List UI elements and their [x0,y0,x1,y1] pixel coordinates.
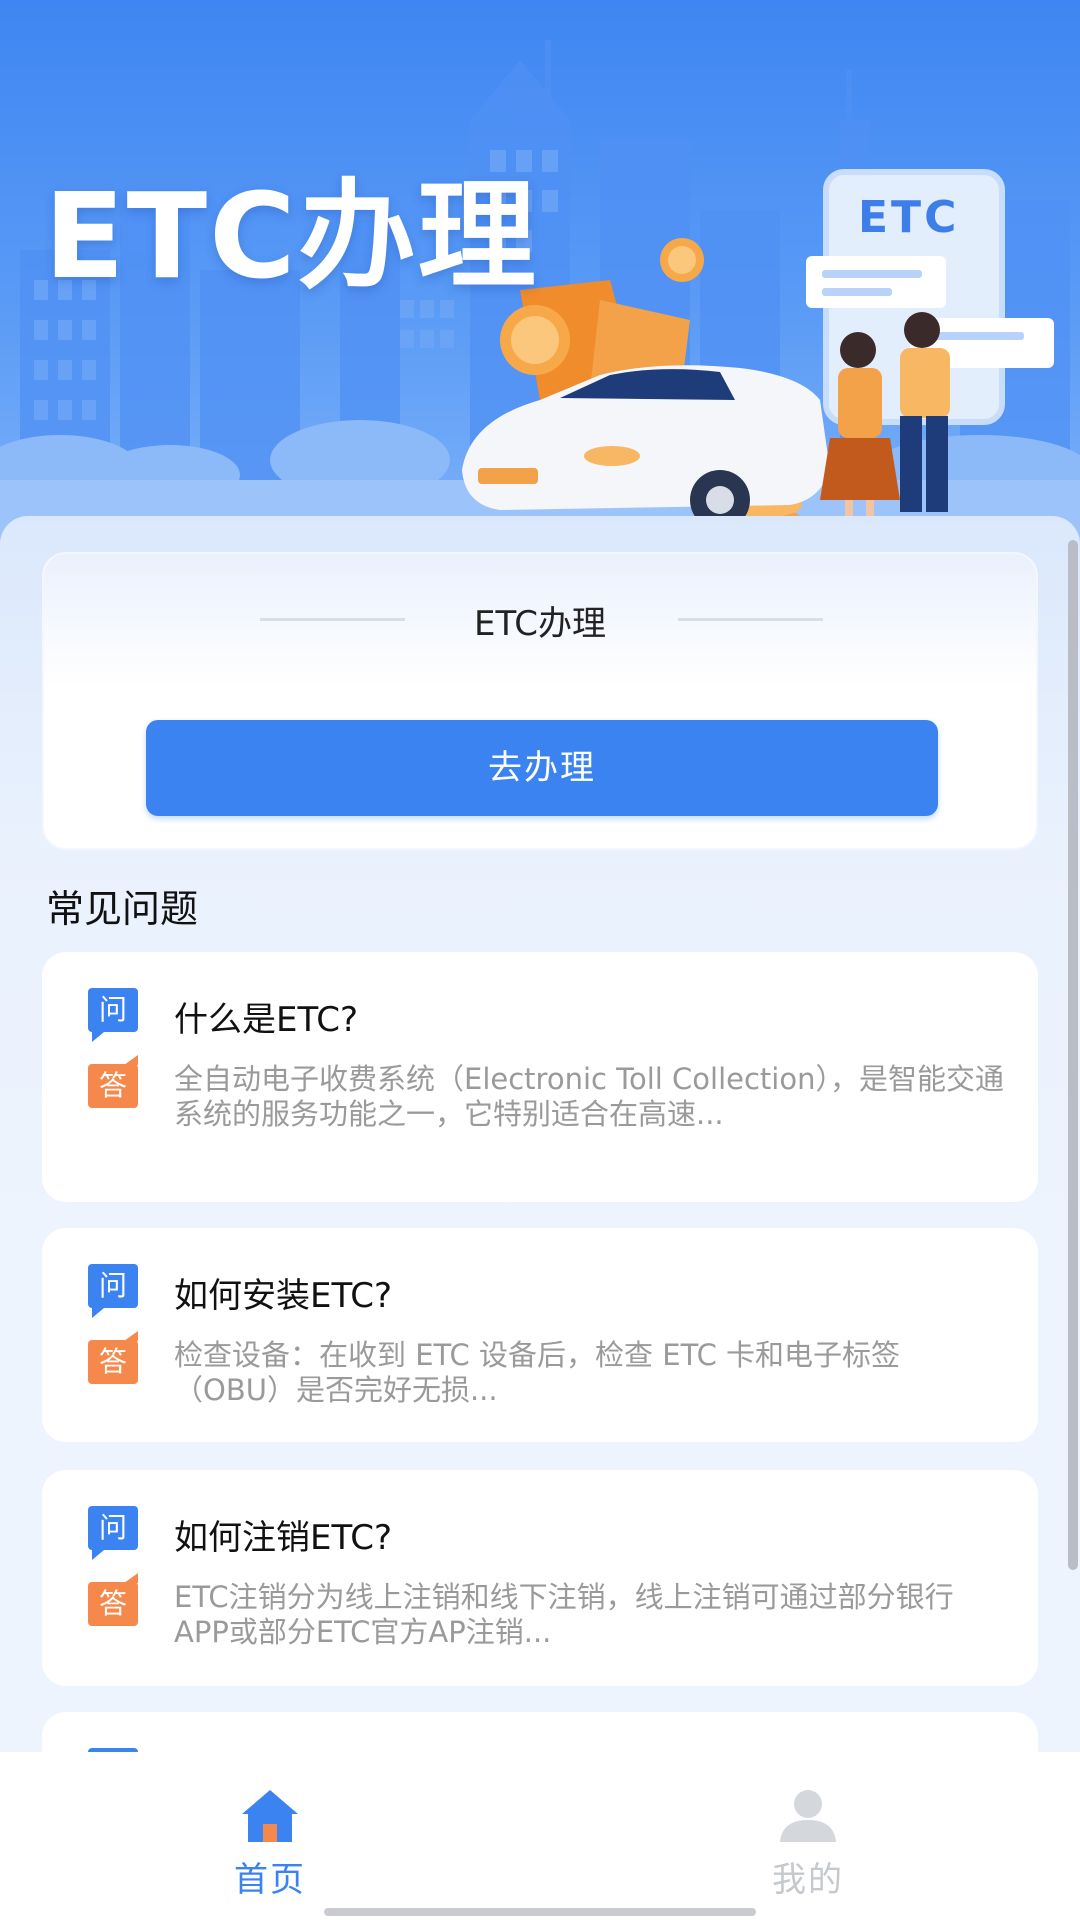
question-badge: 问 [88,1264,138,1318]
tab-home-label: 首页 [234,1860,306,1900]
faq-item[interactable]: 问 什么是ETC? 答 全自动电子收费系统（Electronic Toll Co… [42,952,1038,1202]
tab-home[interactable]: 首页 [170,1752,370,1902]
answer-badge: 答 [88,1573,138,1626]
faq-answer: ETC注销分为线上注销和线下注销，线上注销可通过部分银行APP或部分ETC官方A… [174,1580,954,1649]
scrollbar[interactable] [1068,540,1078,1570]
banner-title: ETC办理 [44,167,538,305]
tab-mine-label: 我的 [772,1860,844,1900]
bottom-tab-bar: 首页 我的 [0,1752,1080,1920]
faq-item[interactable]: 问 如何安装ETC? 答 检查设备：在收到 ETC 设备后，检查 ETC 卡和电… [42,1228,1038,1442]
home-icon [242,1790,298,1842]
user-icon [780,1790,836,1842]
tab-mine[interactable]: 我的 [708,1752,908,1902]
etc-service-card: ETC办理 去办理 [42,552,1038,850]
question-badge: 问 [88,988,138,1042]
go-apply-button[interactable]: 去办理 [146,720,938,816]
faq-question: 如何注销ETC? [174,1518,393,1558]
answer-badge: 答 [88,1055,138,1108]
faq-question: 什么是ETC? [174,1000,359,1040]
faq-section-title: 常见问题 [46,887,199,931]
hero-banner: ETC办理 ETC [0,0,1080,560]
faq-question: 如何安装ETC? [174,1276,393,1316]
question-badge: 问 [88,1506,138,1560]
heading-divider-right [678,618,823,621]
etc-card-label: ETC [858,192,960,243]
service-heading: ETC办理 [474,604,606,644]
answer-badge: 答 [88,1331,138,1384]
home-indicator [324,1908,756,1916]
faq-answer: 全自动电子收费系统（Electronic Toll Collection），是智… [174,1062,1004,1131]
faq-answer: 检查设备：在收到 ETC 设备后，检查 ETC 卡和电子标签（OBU）是否完好无… [174,1338,901,1407]
faq-item[interactable]: 问 如何注销ETC? 答 ETC注销分为线上注销和线下注销，线上注销可通过部分银… [42,1470,1038,1686]
